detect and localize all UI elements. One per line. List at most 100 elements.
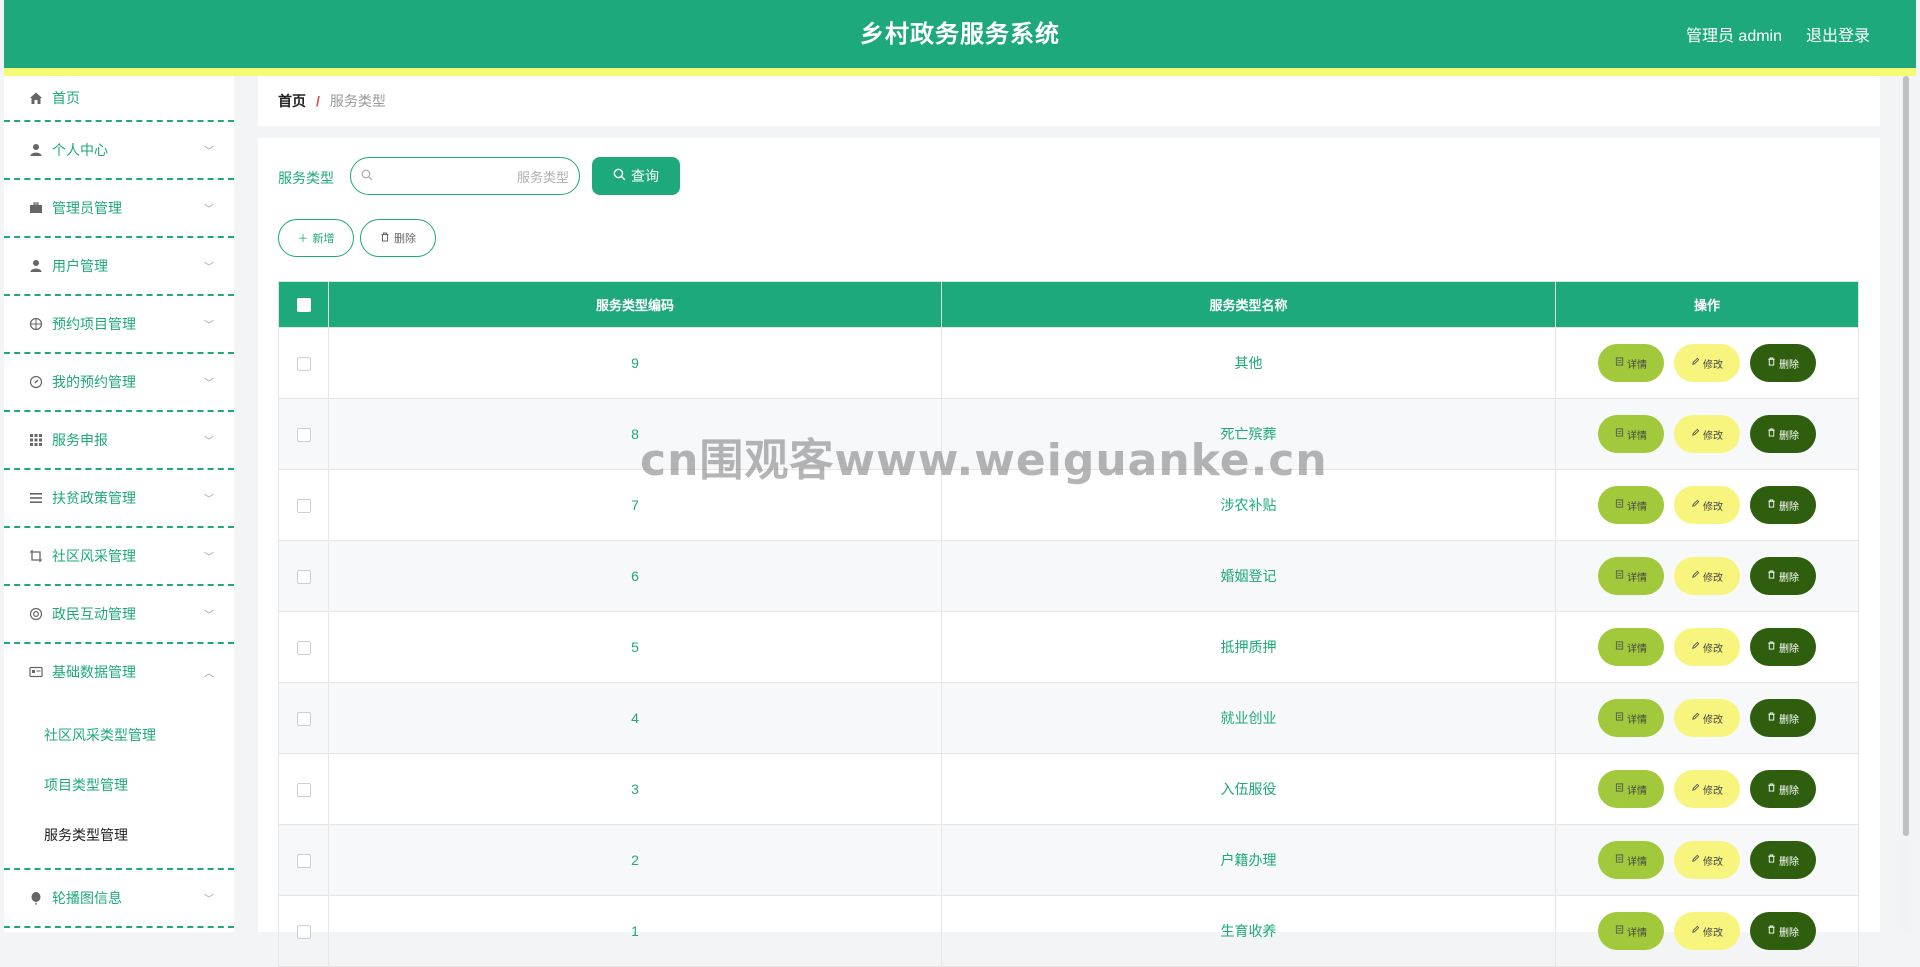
trash-icon (1767, 925, 1776, 937)
table-row: 1 生育收养 详情 修改 删除 (278, 895, 1859, 967)
row-checkbox[interactable] (296, 641, 311, 656)
detail-button-label: 详情 (1627, 785, 1647, 797)
detail-button[interactable]: 详情 (1598, 841, 1664, 879)
edit-button-label: 修改 (1703, 927, 1723, 939)
row-checkbox[interactable] (296, 854, 311, 869)
sidebar-item-citizen-interaction[interactable]: 政民互动管理 ﹀ (4, 586, 234, 644)
table-row: 9 其他 详情 修改 删除 (278, 327, 1859, 399)
edit-button[interactable]: 修改 (1674, 912, 1740, 950)
cell-code: 1 (328, 895, 942, 967)
submenu-item-project-type[interactable]: 项目类型管理 (4, 760, 234, 810)
trash-icon (1767, 570, 1776, 582)
sidebar-item-community-showcase[interactable]: 社区风采管理 ﹀ (4, 528, 234, 586)
select-all-checkbox[interactable] (296, 298, 311, 313)
add-button[interactable]: ＋ 新增 (278, 219, 354, 257)
batch-delete-button[interactable]: 删除 (360, 219, 436, 257)
row-checkbox[interactable] (296, 783, 311, 798)
search-input[interactable] (381, 166, 571, 188)
detail-button[interactable]: 详情 (1598, 486, 1664, 524)
briefcase-icon (28, 200, 44, 216)
row-checkbox[interactable] (296, 712, 311, 727)
row-select-cell (278, 824, 329, 896)
detail-button[interactable]: 详情 (1598, 415, 1664, 453)
delete-button[interactable]: 删除 (1750, 486, 1816, 524)
cell-actions: 详情 修改 删除 (1555, 824, 1859, 896)
row-checkbox[interactable] (296, 357, 311, 372)
submenu-item-community-type[interactable]: 社区风采类型管理 (4, 710, 234, 760)
page-scrollbar[interactable] (1902, 76, 1910, 932)
detail-button[interactable]: 详情 (1598, 770, 1664, 808)
delete-button[interactable]: 删除 (1750, 841, 1816, 879)
row-checkbox[interactable] (296, 428, 311, 443)
sidebar-item-user-management[interactable]: 用户管理 ﹀ (4, 238, 234, 296)
cell-actions: 详情 修改 删除 (1555, 469, 1859, 541)
chevron-down-icon: ﹀ (204, 494, 214, 506)
trash-icon (1767, 499, 1776, 511)
sidebar-item-booking-projects[interactable]: 预约项目管理 ﹀ (4, 296, 234, 354)
detail-button-label: 详情 (1627, 501, 1647, 513)
sidebar-item-label: 管理员管理 (52, 200, 122, 216)
select-all-cell (278, 281, 329, 328)
edit-button-label: 修改 (1703, 714, 1723, 726)
sidebar-item-service-declaration[interactable]: 服务申报 ﹀ (4, 412, 234, 470)
edit-button[interactable]: 修改 (1674, 344, 1740, 382)
row-checkbox[interactable] (296, 499, 311, 514)
scrollbar-thumb[interactable] (1903, 76, 1909, 836)
row-checkbox[interactable] (296, 570, 311, 585)
delete-button[interactable]: 删除 (1750, 912, 1816, 950)
sidebar-item-label: 政民互动管理 (52, 606, 136, 622)
app-frame: 乡村政务服务系统 管理员 admin 退出登录 首页 个人中心 ﹀ 管理员管理 … (4, 0, 1916, 967)
lifebuoy-icon (28, 606, 44, 622)
edit-button[interactable]: 修改 (1674, 628, 1740, 666)
delete-button[interactable]: 删除 (1750, 628, 1816, 666)
detail-button[interactable]: 详情 (1598, 557, 1664, 595)
sidebar-item-poverty-policy[interactable]: 扶贫政策管理 ﹀ (4, 470, 234, 528)
delete-button[interactable]: 删除 (1750, 415, 1816, 453)
edit-button-label: 修改 (1703, 643, 1723, 655)
cell-name: 死亡殡葬 (941, 398, 1556, 470)
chevron-down-icon: ﹀ (204, 146, 214, 158)
sidebar-item-personal-center[interactable]: 个人中心 ﹀ (4, 122, 234, 180)
detail-button[interactable]: 详情 (1598, 699, 1664, 737)
sidebar: 首页 个人中心 ﹀ 管理员管理 ﹀ 用户管理 ﹀ 预约项目管理 ﹀ 我的预约管理… (4, 76, 234, 932)
detail-button[interactable]: 详情 (1598, 344, 1664, 382)
sidebar-item-label: 社区风采管理 (52, 548, 136, 564)
search-box[interactable] (350, 157, 580, 195)
chevron-down-icon: ﹀ (204, 378, 214, 390)
service-type-table: 服务类型编码 服务类型名称 操作 9 其他 详情 修改 删除 8 死亡殡葬 详情 修改 删除 7 涉农… (278, 281, 1859, 967)
edit-button[interactable]: 修改 (1674, 415, 1740, 453)
detail-button[interactable]: 详情 (1598, 912, 1664, 950)
user-icon (28, 142, 44, 158)
cell-code: 8 (328, 398, 942, 470)
edit-button-label: 修改 (1703, 572, 1723, 584)
breadcrumb-home[interactable]: 首页 (278, 91, 306, 111)
document-icon (1615, 357, 1624, 369)
delete-button[interactable]: 删除 (1750, 344, 1816, 382)
edit-button-label: 修改 (1703, 359, 1723, 371)
query-button[interactable]: 查询 (592, 157, 680, 195)
sidebar-item-admin-management[interactable]: 管理员管理 ﹀ (4, 180, 234, 238)
logout-link[interactable]: 退出登录 (1806, 22, 1870, 46)
submenu-item-service-type[interactable]: 服务类型管理 (4, 810, 234, 860)
edit-button[interactable]: 修改 (1674, 486, 1740, 524)
edit-button[interactable]: 修改 (1674, 770, 1740, 808)
edit-button-label: 修改 (1703, 501, 1723, 513)
aperture-icon (28, 316, 44, 332)
detail-button-label: 详情 (1627, 856, 1647, 868)
chevron-up-icon: ︿ (204, 668, 214, 680)
edit-button[interactable]: 修改 (1674, 841, 1740, 879)
edit-button[interactable]: 修改 (1674, 699, 1740, 737)
id-card-icon (28, 664, 44, 680)
sidebar-item-my-bookings[interactable]: 我的预约管理 ﹀ (4, 354, 234, 412)
sidebar-item-home[interactable]: 首页 (4, 76, 234, 122)
row-checkbox[interactable] (296, 925, 311, 940)
edit-button[interactable]: 修改 (1674, 557, 1740, 595)
sidebar-item-basic-data[interactable]: 基础数据管理 ︿ (4, 644, 234, 700)
delete-button[interactable]: 删除 (1750, 770, 1816, 808)
detail-button[interactable]: 详情 (1598, 628, 1664, 666)
cell-code: 9 (328, 327, 942, 399)
delete-button[interactable]: 删除 (1750, 557, 1816, 595)
sidebar-item-carousel[interactable]: 轮播图信息 ﹀ (4, 870, 234, 928)
search-icon (613, 168, 626, 184)
delete-button[interactable]: 删除 (1750, 699, 1816, 737)
